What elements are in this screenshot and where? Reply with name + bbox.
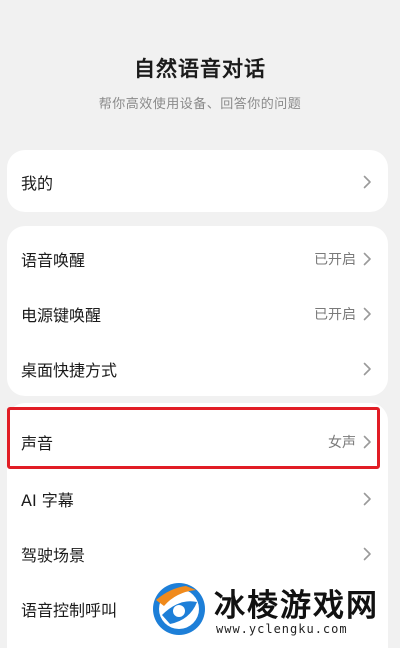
row-label: 桌面快捷方式 [21,360,118,380]
chevron-right-icon [363,547,371,560]
watermark-url: www.yclengku.com [216,622,348,636]
row-label: AI 字幕 [21,490,74,510]
row-label: 语音唤醒 [21,250,86,270]
settings-row-driving-scene[interactable]: 驾驶场景 [7,526,388,581]
watermark-logo-icon [153,583,205,635]
chevron-right-icon [363,362,371,375]
settings-row-desktop-shortcut[interactable]: 桌面快捷方式 [7,341,388,396]
watermark-text: 冰棱游戏网 [214,588,379,624]
row-label: 驾驶场景 [21,545,86,565]
chevron-right-icon [363,252,371,265]
row-label: 电源键唤醒 [21,305,102,325]
settings-row-voice-wakeup[interactable]: 语音唤醒 已开启 [7,231,388,286]
settings-row-ai-subtitles[interactable]: AI 字幕 [7,471,388,526]
row-status: 已开启 [314,306,356,323]
watermark: 冰棱游戏网 www.yclengku.com [150,576,400,641]
page-subtitle: 帮你高效使用设备、回答你的问题 [98,97,302,112]
row-status: 已开启 [314,251,356,268]
row-label: 语音控制呼叫 [21,600,118,620]
settings-group-profile: 我的 [7,150,388,212]
page-header: 自然语音对话 帮你高效使用设备、回答你的问题 [0,0,400,140]
row-label: 我的 [21,173,54,193]
page-title: 自然语音对话 [134,57,266,81]
settings-row-power-key-wakeup[interactable]: 电源键唤醒 已开启 [7,286,388,341]
chevron-right-icon [363,492,371,505]
highlight-box [7,407,380,469]
chevron-right-icon [363,307,371,320]
chevron-right-icon [363,175,371,188]
settings-group-wakeup: 语音唤醒 已开启 电源键唤醒 已开启 桌面快捷方式 [7,226,388,396]
settings-row-mine[interactable]: 我的 [7,154,388,209]
